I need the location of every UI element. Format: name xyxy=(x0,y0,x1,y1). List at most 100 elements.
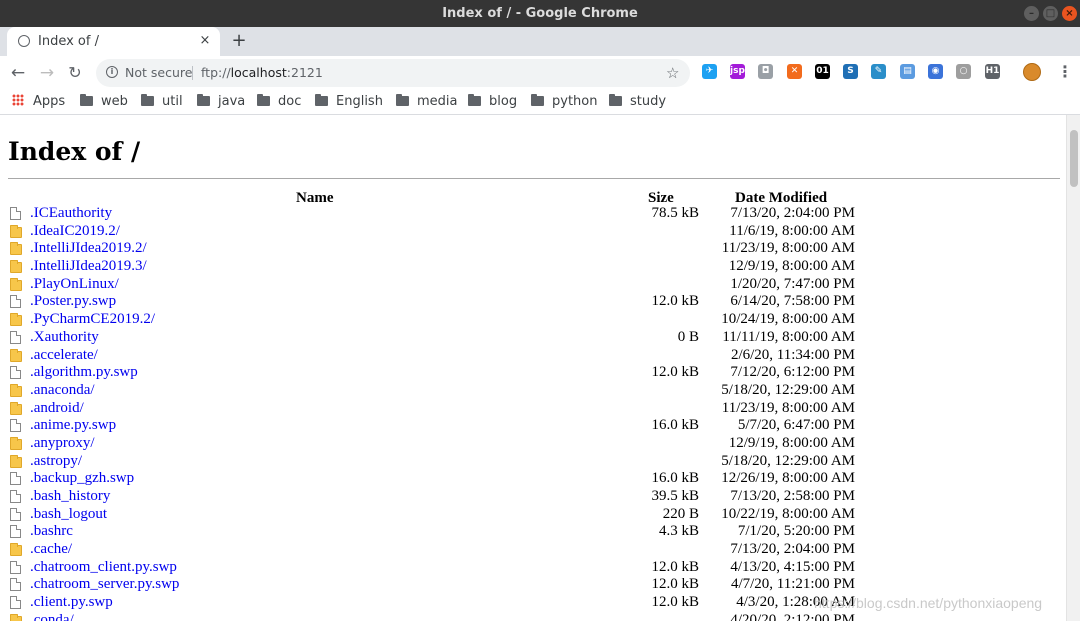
folder-link[interactable]: .PlayOnLinux/ xyxy=(30,276,119,294)
folder-link[interactable]: .android/ xyxy=(30,400,84,418)
date-modified: 10/22/19, 8:00:00 AM xyxy=(721,505,855,522)
block-ext-icon[interactable]: ✕ xyxy=(787,64,802,79)
page-ext-icon[interactable]: ▤ xyxy=(900,64,915,79)
new-tab-button[interactable]: + xyxy=(229,31,249,51)
folder-icon xyxy=(396,94,409,106)
scrollbar-thumb[interactable] xyxy=(1070,130,1078,187)
tab-title: Index of / xyxy=(38,34,99,49)
bookmark-java[interactable]: java xyxy=(197,89,245,114)
bookmark-english[interactable]: English xyxy=(315,89,383,114)
ghost-ext-icon[interactable]: ◘ xyxy=(758,64,773,79)
url-text[interactable]: ftp://localhost:2121 xyxy=(201,59,323,87)
close-tab-icon[interactable]: × xyxy=(197,33,213,49)
table-row: .cache/7/13/20, 2:04:00 PM xyxy=(0,541,1066,559)
folder-link[interactable]: .PyCharmCE2019.2/ xyxy=(30,311,155,329)
folder-link[interactable]: .IntelliJIdea2019.3/ xyxy=(30,258,147,276)
folder-link[interactable]: .anyproxy/ xyxy=(30,435,95,453)
security-status[interactable]: Not secure xyxy=(125,59,192,87)
file-link[interactable]: .bashrc xyxy=(30,523,73,541)
date-modified: 10/24/19, 8:00:00 AM xyxy=(721,311,855,328)
bookmark-study[interactable]: study xyxy=(609,89,666,114)
page-title: Index of / xyxy=(8,137,141,166)
bookmark-python[interactable]: python xyxy=(531,89,597,114)
file-size: 39.5 kB xyxy=(651,488,699,504)
table-row: .astropy/5/18/20, 12:29:00 AM xyxy=(0,453,1066,471)
file-size: 220 B xyxy=(662,505,699,522)
folder-link[interactable]: .IntelliJIdea2019.2/ xyxy=(30,240,147,258)
file-link[interactable]: .bash_history xyxy=(30,488,110,506)
table-row: .IntelliJIdea2019.2/11/23/19, 8:00:00 AM xyxy=(0,240,1066,258)
minimize-window-button[interactable]: – xyxy=(1024,6,1039,21)
file-link[interactable]: .ICEauthority xyxy=(30,205,112,223)
file-link[interactable]: .chatroom_client.py.swp xyxy=(30,559,177,577)
bookmark-label: Apps xyxy=(33,94,66,109)
file-icon xyxy=(10,419,21,433)
date-modified: 12/26/19, 8:00:00 AM xyxy=(721,470,855,487)
maximize-window-button[interactable]: □ xyxy=(1043,6,1058,21)
folder-icon xyxy=(10,613,22,621)
file-link[interactable]: .backup_gzh.swp xyxy=(30,470,134,488)
bookmark-star-icon[interactable]: ☆ xyxy=(666,59,679,87)
bookmark-util[interactable]: util xyxy=(141,89,183,114)
bookmark-label: English xyxy=(336,94,383,109)
date-modified: 6/14/20, 7:58:00 PM xyxy=(730,293,855,310)
url-host: localhost xyxy=(230,65,287,80)
bookmark-media[interactable]: media xyxy=(396,89,458,114)
date-modified: 1/20/20, 7:47:00 PM xyxy=(730,275,855,292)
folder-link[interactable]: .IdeaIC2019.2/ xyxy=(30,223,120,241)
profile-avatar[interactable] xyxy=(1023,63,1041,81)
forward-button[interactable]: → xyxy=(35,61,59,85)
bookmark-label: java xyxy=(218,94,246,109)
folder-icon xyxy=(141,94,154,106)
folder-icon xyxy=(10,401,22,415)
info-icon[interactable]: i xyxy=(106,66,118,78)
file-size: 12.0 kB xyxy=(651,576,699,593)
folder-icon xyxy=(197,94,210,106)
page-content: Index of / Name Size Date Modified .ICEa… xyxy=(0,115,1066,621)
chrome-menu-icon[interactable]: ⋮ xyxy=(1057,62,1073,82)
bookmark-apps[interactable]: Apps xyxy=(12,89,65,114)
reload-button[interactable]: ↻ xyxy=(63,61,87,85)
app-ext-icon[interactable]: jsp xyxy=(730,64,745,79)
date-modified: 12/9/19, 8:00:00 AM xyxy=(728,258,855,275)
date-modified: 11/11/19, 8:00:00 AM xyxy=(722,328,855,345)
file-size: 12.0 kB xyxy=(651,594,699,611)
folder-link[interactable]: .cache/ xyxy=(30,541,72,559)
file-link[interactable]: .bash_logout xyxy=(30,506,107,524)
address-bar[interactable]: i Not secure ftp://localhost:2121 ☆ xyxy=(96,59,690,87)
close-window-button[interactable]: × xyxy=(1062,6,1077,21)
bookmark-doc[interactable]: doc xyxy=(257,89,301,114)
file-link[interactable]: .chatroom_server.py.swp xyxy=(30,576,179,594)
folder-link[interactable]: .conda/ xyxy=(30,612,74,621)
date-modified: 7/13/20, 2:04:00 PM xyxy=(730,205,855,221)
folder-icon xyxy=(10,383,22,397)
chrome-ext-icon[interactable]: ◉ xyxy=(928,64,943,79)
binary-ext-icon[interactable]: 01 xyxy=(815,64,830,79)
file-size: 0 B xyxy=(677,328,699,345)
back-button[interactable]: ← xyxy=(6,61,30,85)
tab-index-of-root[interactable]: Index of / × xyxy=(7,27,220,56)
file-icon xyxy=(10,578,21,592)
bookmark-web[interactable]: web xyxy=(80,89,128,114)
folder-icon xyxy=(10,313,22,327)
folder-link[interactable]: .astropy/ xyxy=(30,453,82,471)
url-port: :2121 xyxy=(286,65,323,80)
h1-ext-icon[interactable]: H1 xyxy=(985,64,1000,79)
circle-ext-icon[interactable]: ○ xyxy=(956,64,971,79)
table-row: .ICEauthority 78.5 kB 7/13/20, 2:04:00 PM xyxy=(0,205,1066,223)
tool-ext-icon[interactable]: ✎ xyxy=(871,64,886,79)
file-link[interactable]: .Poster.py.swp xyxy=(30,293,116,311)
file-link[interactable]: .client.py.swp xyxy=(30,594,113,612)
file-icon xyxy=(10,472,21,486)
file-icon xyxy=(10,207,21,220)
file-link[interactable]: .anime.py.swp xyxy=(30,417,116,435)
file-link[interactable]: .Xauthority xyxy=(30,329,99,347)
page-scrollbar[interactable] xyxy=(1066,115,1080,621)
screenshot-ext-icon[interactable]: S xyxy=(843,64,858,79)
file-size: 16.0 kB xyxy=(651,470,699,487)
twitter-ext-icon[interactable]: ✈ xyxy=(702,64,717,79)
bookmark-blog[interactable]: blog xyxy=(468,89,517,114)
folder-link[interactable]: .anaconda/ xyxy=(30,382,95,400)
folder-link[interactable]: .accelerate/ xyxy=(30,347,98,365)
file-link[interactable]: .algorithm.py.swp xyxy=(30,364,138,382)
